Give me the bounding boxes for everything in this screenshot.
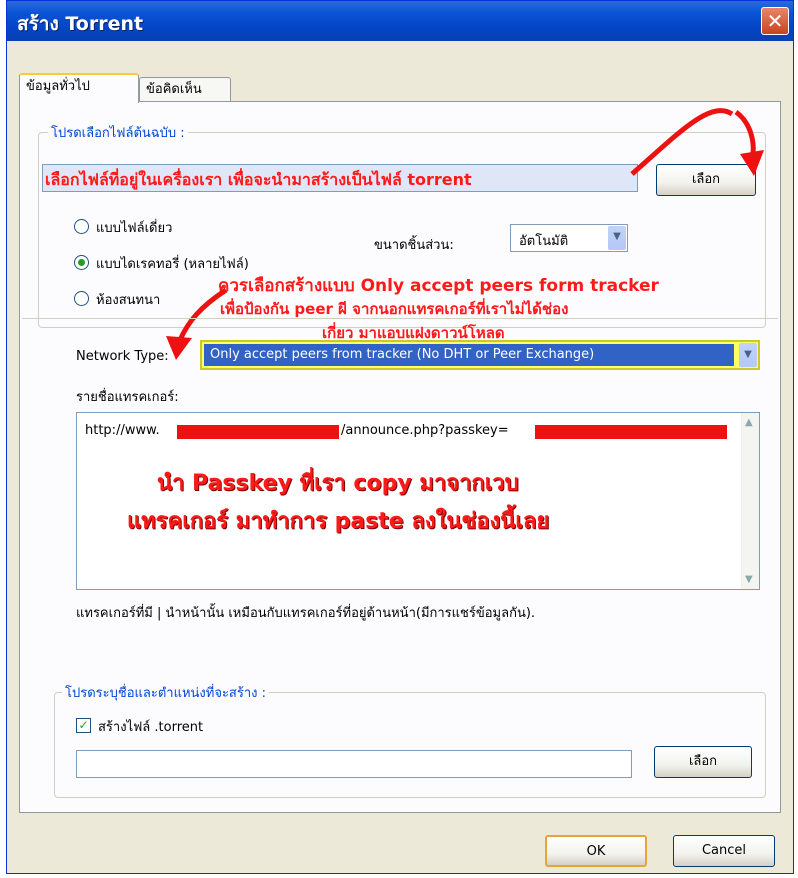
- redacted-passkey: [535, 425, 727, 439]
- scroll-down-icon[interactable]: ▼: [745, 574, 753, 585]
- tracker-url-prefix: http://www.: [85, 423, 160, 438]
- choose-destination-button[interactable]: เลือก: [654, 746, 752, 778]
- tracker-list-label: รายชื่อแทรคเกอร์:: [76, 390, 179, 405]
- arrow-to-network-type: [177, 287, 228, 342]
- arrow-to-choose-button: [630, 108, 734, 176]
- tracker-hint: แทรคเกอร์ที่มี | นำหน้านั้น เหมือนกับแทร…: [76, 606, 536, 621]
- divider: [22, 318, 778, 319]
- network-type-select[interactable]: Only accept peers from tracker (No DHT o…: [200, 340, 760, 370]
- cancel-button[interactable]: Cancel: [673, 835, 775, 867]
- arrow-head-2: [166, 336, 192, 360]
- create-torrent-checkbox[interactable]: ✓: [76, 718, 91, 733]
- tracker-list-textarea[interactable]: http://www. /announce.php?passkey= นำ Pa…: [76, 412, 760, 590]
- scroll-up-icon[interactable]: ▲: [745, 417, 753, 428]
- tracker-list-scrollbar[interactable]: ▲ ▼: [741, 413, 759, 589]
- create-torrent-checkbox-label: สร้างไฟล์ .torrent: [98, 720, 204, 735]
- window-title: สร้าง Torrent: [17, 13, 144, 35]
- destination-path-input[interactable]: [76, 750, 632, 778]
- passkey-annotation-line1: นำ Passkey ที่เรา copy มาจากเวบ: [157, 471, 519, 496]
- passkey-annotation-line2: แทรคเกอร์ มาทำการ paste ลงในช่องนี้เลย: [127, 509, 550, 534]
- tab-panel-general: โปรดเลือกไฟล์ต้นฉบับ : เลือกไฟล์ที่อยู่ใ…: [19, 101, 781, 813]
- tab-general[interactable]: ข้อมูลทั่วไป: [19, 73, 139, 103]
- tracker-url-announce: /announce.php?passkey=: [341, 423, 509, 438]
- network-type-label: Network Type:: [76, 349, 169, 364]
- chevron-down-icon: ▼: [739, 343, 757, 367]
- arrow-head-1: [740, 150, 764, 176]
- destination-group: [54, 692, 766, 798]
- ok-button[interactable]: OK: [545, 835, 647, 867]
- redacted-domain: [177, 425, 339, 439]
- close-button[interactable]: ✕: [761, 7, 789, 35]
- title-bar[interactable]: สร้าง Torrent ✕: [7, 1, 793, 41]
- tab-comments[interactable]: ข้อคิดเห็น: [139, 77, 231, 103]
- create-torrent-dialog: สร้าง Torrent ✕ ข้อมูลทั่วไป ข้อคิดเห็น …: [6, 0, 794, 874]
- destination-group-legend: โปรดระบุชื่อและตำแหน่งที่จะสร้าง :: [62, 682, 270, 703]
- network-type-value: Only accept peers from tracker (No DHT o…: [210, 347, 595, 362]
